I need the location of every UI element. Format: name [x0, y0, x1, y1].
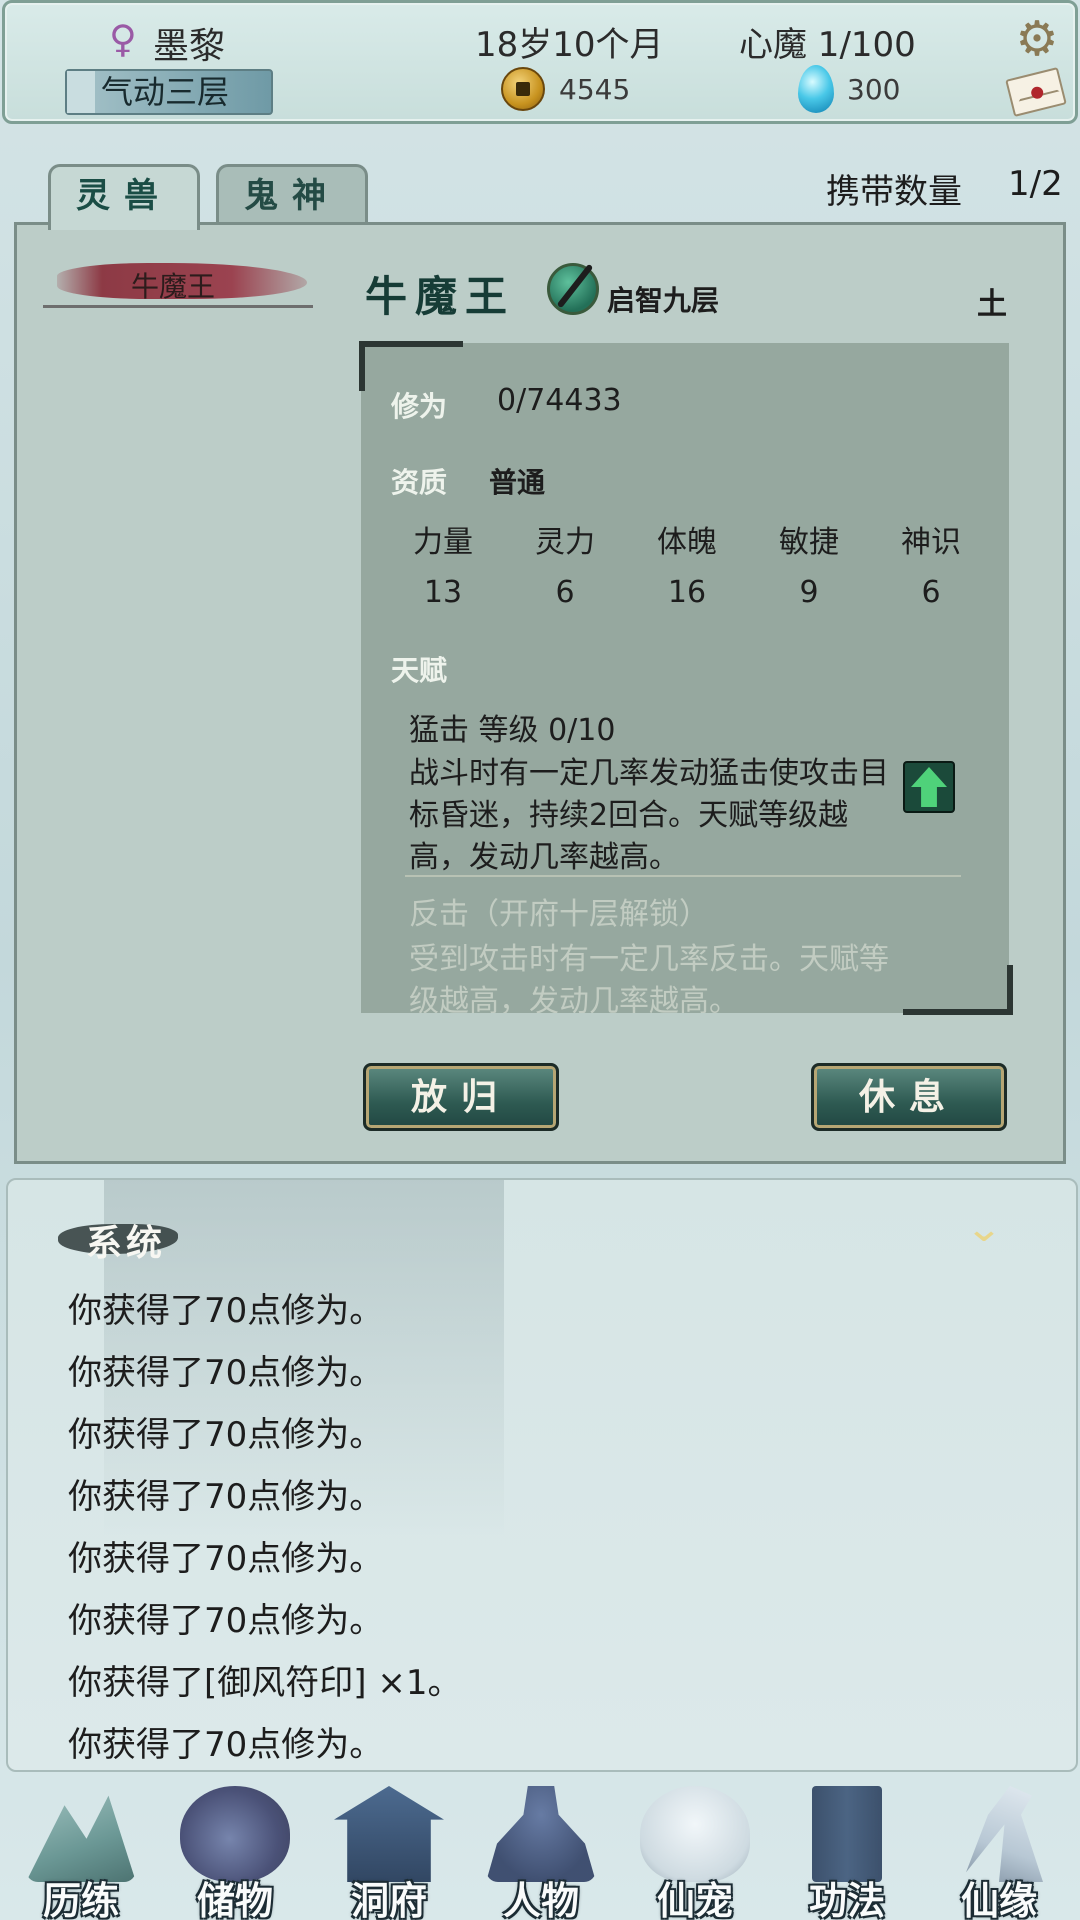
stat-value: 9 [799, 575, 819, 610]
tab-ghost-god[interactable]: 鬼神 [216, 164, 368, 226]
book-icon [812, 1786, 882, 1882]
bottom-nav: 历练 储物 洞府 人物 仙宠 功法 仙缘 [0, 1778, 1080, 1920]
log-line: 你获得了[御风符印] ×1。 [68, 1663, 462, 1703]
log-line: 你获得了70点修为。 [68, 1725, 384, 1765]
locked-talent-name: 反击（开府十层解锁） [409, 897, 709, 932]
locked-talent-description: 受到攻击时有一定几率反击。天赋等级越高，发动几率越高。 [409, 942, 889, 1013]
log-line: 你获得了70点修为。 [68, 1353, 384, 1393]
stat-divine-sense: 神识 6 [871, 517, 991, 610]
nav-label: 储物 [196, 1878, 273, 1920]
stat-name: 力量 [413, 525, 473, 560]
stat-name: 体魄 [657, 525, 717, 560]
log-line: 你获得了70点修为。 [68, 1415, 384, 1455]
pet-element: 土 [977, 287, 1007, 322]
nav-training[interactable]: 历练 [6, 1778, 156, 1920]
crane-icon [966, 1786, 1043, 1882]
pet-name: 牛魔王 [365, 272, 516, 321]
stat-agility: 敏捷 9 [749, 517, 869, 610]
talent-name: 猛击 等级 0/10 [409, 713, 616, 748]
ghost-pet-icon [640, 1786, 750, 1882]
bag-icon [180, 1786, 290, 1882]
carry-count-value: 1/2 [1008, 164, 1063, 204]
carry-count-label: 携带数量 [826, 172, 962, 212]
coin-icon [501, 67, 545, 111]
log-line: 你获得了70点修为。 [68, 1601, 384, 1641]
nav-techniques[interactable]: 功法 [772, 1778, 922, 1920]
chevron-double-down-icon[interactable]: ⌄ [965, 1206, 1003, 1250]
pavilion-icon [334, 1786, 444, 1882]
pet-list-item[interactable]: 牛魔王 [43, 259, 313, 308]
nav-character[interactable]: 人物 [466, 1778, 616, 1920]
tab-spirit-beast[interactable]: 灵兽 [48, 164, 200, 230]
log-line: 你获得了70点修为。 [68, 1477, 384, 1517]
cultivation-label: 修为 [391, 390, 448, 423]
pet-level: 启智九层 [607, 284, 720, 317]
talent-label: 天赋 [391, 654, 448, 687]
player-age: 18岁10个月 [475, 25, 664, 65]
release-button[interactable]: 放归 [363, 1063, 559, 1131]
mail-icon[interactable] [1005, 67, 1067, 117]
pet-panel: 牛魔王 牛魔王 启智九层 土 修为 0/74433 资质 普通 力量 13 灵力… [14, 222, 1066, 1164]
stat-physique: 体魄 16 [627, 517, 747, 610]
aptitude-label: 资质 [391, 466, 448, 499]
stat-value: 6 [921, 575, 941, 610]
talent-description: 战斗时有一定几率发动猛击使攻击目标昏迷，持续2回合。天赋等级越高，发动几率越高。 [409, 756, 889, 875]
app-root: ♀ 墨黎 气动三层 18岁10个月 4545 心魔 1/100 300 ⚙ 灵兽… [0, 0, 1080, 1920]
rest-button[interactable]: 休息 [811, 1063, 1007, 1131]
frame-corner [903, 965, 1013, 1015]
pet-list-name: 牛魔王 [131, 270, 216, 303]
stat-value: 6 [555, 575, 575, 610]
heart-demon-counter: 心魔 1/100 [739, 25, 916, 65]
nav-label: 仙宠 [656, 1878, 733, 1920]
log-line: 你获得了70点修为。 [68, 1291, 384, 1331]
nav-label: 历练 [42, 1878, 119, 1920]
nav-fate[interactable]: 仙缘 [924, 1778, 1074, 1920]
nav-label: 仙缘 [960, 1878, 1037, 1920]
stat-name: 神识 [901, 525, 961, 560]
stat-strength: 力量 13 [383, 517, 503, 610]
pet-info-box: 修为 0/74433 资质 普通 力量 13 灵力 6 体魄 16 敏捷 9 神… [361, 343, 1009, 1013]
mountain-icon [26, 1795, 136, 1882]
person-icon [486, 1786, 596, 1882]
cultivation-value: 0/74433 [497, 383, 622, 418]
nav-label: 功法 [808, 1878, 885, 1920]
talent-upgrade-button[interactable] [903, 761, 955, 813]
divider [43, 305, 313, 308]
status-bar: ♀ 墨黎 气动三层 18岁10个月 4545 心魔 1/100 300 ⚙ [2, 0, 1078, 124]
player-name[interactable]: 墨黎 [153, 17, 225, 69]
nav-cave[interactable]: 洞府 [314, 1778, 464, 1920]
log-lines: 你获得了70点修为。 你获得了70点修为。 你获得了70点修为。 你获得了70点… [68, 1280, 462, 1770]
stat-value: 13 [423, 575, 463, 610]
nav-storage[interactable]: 储物 [160, 1778, 310, 1920]
frame-corner [359, 341, 463, 391]
rename-brush-icon[interactable] [547, 263, 599, 315]
stat-name: 敏捷 [779, 525, 839, 560]
stat-name: 灵力 [535, 525, 595, 560]
stat-value: 16 [667, 575, 707, 610]
gear-icon[interactable]: ⚙ [1013, 15, 1061, 63]
system-log[interactable]: 系统 ⌄ 你获得了70点修为。 你获得了70点修为。 你获得了70点修为。 你获… [6, 1178, 1078, 1772]
gender-icon: ♀ [109, 17, 137, 61]
nav-pet[interactable]: 仙宠 [620, 1778, 770, 1920]
stat-spirit: 灵力 6 [505, 517, 625, 610]
coin-count: 4545 [559, 73, 631, 106]
log-line: 你获得了70点修为。 [68, 1539, 384, 1579]
spirit-gem-icon [798, 65, 834, 113]
nav-label: 洞府 [350, 1878, 427, 1920]
realm-badge[interactable]: 气动三层 [65, 69, 273, 115]
aptitude-value: 普通 [489, 466, 546, 499]
log-title: 系统 [86, 1222, 167, 1264]
nav-label: 人物 [502, 1878, 579, 1920]
spirit-gem-count: 300 [847, 73, 901, 106]
divider [405, 875, 961, 877]
